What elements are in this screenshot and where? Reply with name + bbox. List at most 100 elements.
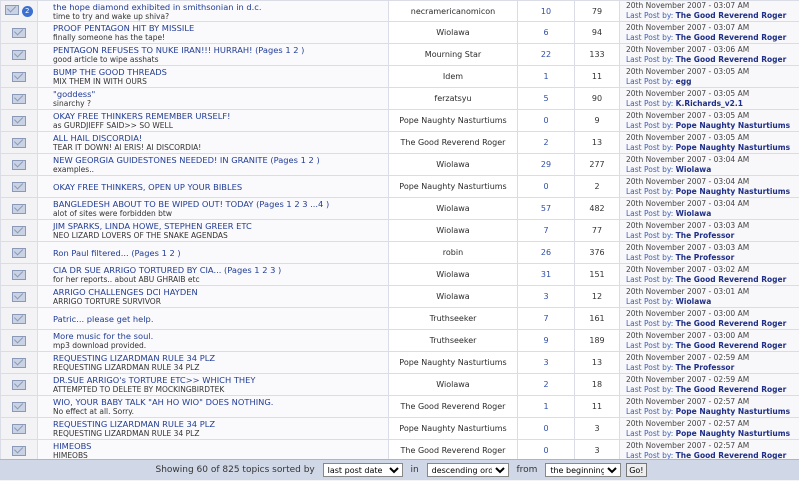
topic-title-link[interactable]: REQUESTING LIZARDMAN RULE 34 PLZ	[53, 419, 388, 429]
sort-by-select[interactable]: last post date	[323, 463, 403, 477]
topic-starter[interactable]: Pope Naughty Nasturtiums	[389, 418, 518, 440]
reply-count-link[interactable]: 3	[518, 286, 575, 308]
topic-title-link[interactable]: the hope diamond exhibited in smithsonia…	[53, 2, 388, 12]
reply-count-link[interactable]: 7	[518, 220, 575, 242]
topic-starter[interactable]: The Good Reverend Roger	[389, 396, 518, 418]
topic-starter[interactable]: robin	[389, 242, 518, 264]
last-poster-link[interactable]: The Good Reverend Roger	[676, 385, 787, 394]
reply-count-link[interactable]: 3	[518, 352, 575, 374]
reply-count-link[interactable]: 2	[518, 374, 575, 396]
last-poster-link[interactable]: Wiolawa	[676, 297, 712, 306]
reply-count-link[interactable]: 6	[518, 22, 575, 44]
topic-title-link[interactable]: "goddess"	[53, 89, 388, 99]
topic-starter[interactable]: Pope Naughty Nasturtiums	[389, 352, 518, 374]
reply-count-link[interactable]: 1	[518, 66, 575, 88]
topic-starter[interactable]: Idem	[389, 66, 518, 88]
last-poster-link[interactable]: The Good Reverend Roger	[676, 55, 787, 64]
reply-count-link[interactable]: 0	[518, 418, 575, 440]
reply-count-link[interactable]: 7	[518, 308, 575, 330]
topic-title-link[interactable]: BUMP THE GOOD THREADS	[53, 67, 388, 77]
last-post-by: Last Post by: The Good Reverend Roger	[626, 275, 799, 285]
topic-title-link[interactable]: ARRIGO CHALLENGES DCI HAYDEN	[53, 287, 388, 297]
last-poster-link[interactable]: The Professor	[676, 363, 735, 372]
topic-title-link[interactable]: PENTAGON REFUSES TO NUKE IRAN!!! HURRAH!…	[53, 45, 388, 55]
topic-starter[interactable]: Truthseeker	[389, 330, 518, 352]
last-poster-link[interactable]: Pope Naughty Nasturtiums	[676, 121, 790, 130]
reply-count-link[interactable]: 9	[518, 330, 575, 352]
last-poster-link[interactable]: The Good Reverend Roger	[676, 33, 787, 42]
topic-title-link[interactable]: HIMEOBS	[53, 441, 388, 451]
unread-badge-icon: 2	[22, 6, 33, 17]
last-poster-link[interactable]: Pope Naughty Nasturtiums	[676, 187, 790, 196]
last-post-time: 20th November 2007 - 03:04 AM	[626, 177, 799, 187]
last-poster-link[interactable]: Pope Naughty Nasturtiums	[676, 407, 790, 416]
last-poster-link[interactable]: egg	[676, 77, 692, 86]
last-post-time: 20th November 2007 - 03:05 AM	[626, 89, 799, 99]
topic-starter[interactable]: Wiolawa	[389, 198, 518, 220]
envelope-icon	[12, 424, 26, 434]
topic-row: "goddess"sinarchy ?ferzatsyu59020th Nove…	[1, 88, 799, 110]
topic-starter[interactable]: Pope Naughty Nasturtiums	[389, 176, 518, 198]
last-poster-link[interactable]: The Good Reverend Roger	[676, 275, 787, 284]
topic-title-link[interactable]: More music for the soul.	[53, 331, 388, 341]
topic-title-link[interactable]: BANGLEDESH ABOUT TO BE WIPED OUT! TODAY …	[53, 199, 388, 209]
reply-count-link[interactable]: 2	[518, 132, 575, 154]
reply-count-link[interactable]: 22	[518, 44, 575, 66]
topic-starter[interactable]: The Good Reverend Roger	[389, 132, 518, 154]
topic-starter[interactable]: Wiolawa	[389, 374, 518, 396]
topic-title-link[interactable]: PROOF PENTAGON HIT BY MISSILE	[53, 23, 388, 33]
topic-starter[interactable]: Wiolawa	[389, 286, 518, 308]
reply-count-link[interactable]: 57	[518, 198, 575, 220]
reply-count-link[interactable]: 26	[518, 242, 575, 264]
last-post-by: Last Post by: The Good Reverend Roger	[626, 55, 799, 65]
topic-title-link[interactable]: OKAY FREE THINKERS REMEMBER URSELF!	[53, 111, 388, 121]
last-poster-link[interactable]: Pope Naughty Nasturtiums	[676, 143, 790, 152]
last-poster-link[interactable]: The Good Reverend Roger	[676, 341, 787, 350]
from-select[interactable]: the beginning	[545, 463, 621, 477]
reply-count-link[interactable]: 0	[518, 110, 575, 132]
topic-starter[interactable]: Wiolawa	[389, 154, 518, 176]
topic-title-link[interactable]: Patric... please get help.	[53, 314, 388, 324]
last-poster-link[interactable]: The Professor	[676, 231, 735, 240]
view-count: 161	[575, 308, 620, 330]
last-post-time: 20th November 2007 - 03:05 AM	[626, 133, 799, 143]
topic-starter[interactable]: Wiolawa	[389, 264, 518, 286]
last-post-time: 20th November 2007 - 02:59 AM	[626, 375, 799, 385]
last-poster-link[interactable]: The Good Reverend Roger	[676, 11, 787, 20]
topic-starter[interactable]: Wiolawa	[389, 22, 518, 44]
last-poster-link[interactable]: The Good Reverend Roger	[676, 319, 787, 328]
topic-title-link[interactable]: Ron Paul filtered... (Pages 1 2 )	[53, 248, 388, 258]
topic-title-link[interactable]: REQUESTING LIZARDMAN RULE 34 PLZ	[53, 353, 388, 363]
last-post-time: 20th November 2007 - 03:01 AM	[626, 287, 799, 297]
topic-title-link[interactable]: DR.SUE ARRIGO's TORTURE ETC>> WHICH THEY	[53, 375, 388, 385]
last-poster-link[interactable]: The Professor	[676, 253, 735, 262]
topic-starter[interactable]: Truthseeker	[389, 308, 518, 330]
last-poster-link[interactable]: Wiolawa	[676, 165, 712, 174]
reply-count-link[interactable]: 0	[518, 176, 575, 198]
go-button[interactable]: Go!	[626, 463, 646, 477]
last-poster-link[interactable]: K.Richards_v2.1	[676, 99, 743, 108]
topic-title-link[interactable]: OKAY FREE THINKERS, OPEN UP YOUR BIBLES	[53, 182, 388, 192]
topic-cell: PROOF PENTAGON HIT BY MISSILEfinally som…	[38, 22, 389, 44]
topic-status-cell	[1, 396, 38, 418]
topic-title-link[interactable]: ALL HAIL DISCORDIA!	[53, 133, 388, 143]
reply-count-link[interactable]: 1	[518, 396, 575, 418]
topic-starter[interactable]: Wiolawa	[389, 220, 518, 242]
topic-title-link[interactable]: JIM SPARKS, LINDA HOWE, STEPHEN GREER ET…	[53, 221, 388, 231]
reply-count-link[interactable]: 29	[518, 154, 575, 176]
topic-title-link[interactable]: WIO, YOUR BABY TALK "AH HO WIO" DOES NOT…	[53, 397, 388, 407]
reply-count-link[interactable]: 5	[518, 88, 575, 110]
topic-starter[interactable]: Pope Naughty Nasturtiums	[389, 110, 518, 132]
last-poster-link[interactable]: Pope Naughty Nasturtiums	[676, 429, 790, 438]
topic-starter[interactable]: Mourning Star	[389, 44, 518, 66]
topic-title-link[interactable]: NEW GEORGIA GUIDESTONES NEEDED! IN GRANI…	[53, 155, 388, 165]
reply-count-link[interactable]: 31	[518, 264, 575, 286]
topic-title-link[interactable]: CIA DR SUE ARRIGO TORTURED BY CIA... (Pa…	[53, 265, 388, 275]
topic-starter[interactable]: necramericanomicon	[389, 1, 518, 22]
topic-starter[interactable]: ferzatsyu	[389, 88, 518, 110]
view-count: 13	[575, 132, 620, 154]
order-select[interactable]: descending order	[427, 463, 509, 477]
reply-count-link[interactable]: 10	[518, 1, 575, 22]
last-poster-link[interactable]: Wiolawa	[676, 209, 712, 218]
last-post-by: Last Post by: Pope Naughty Nasturtiums	[626, 187, 799, 197]
